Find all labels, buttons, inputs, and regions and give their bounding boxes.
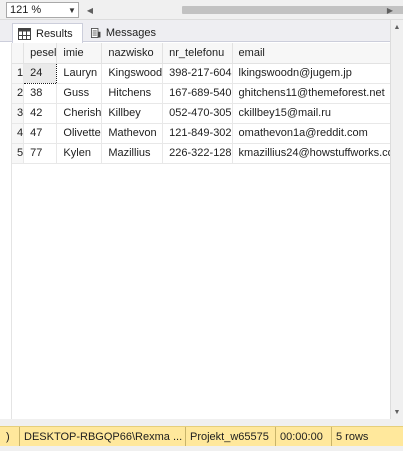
cell-nazwisko[interactable]: Mathevon (101, 123, 164, 144)
table-row[interactable]: 3 42 Cherish Killbey 052-470-305 ckillbe… (12, 103, 390, 124)
status-indicator: ) (0, 427, 20, 446)
cell-pesel[interactable]: 38 (23, 83, 58, 104)
cell-pesel[interactable]: 24 (23, 62, 58, 84)
cell-email[interactable]: kmazillius24@howstuffworks.com (232, 143, 390, 164)
table-row[interactable]: 2 38 Guss Hitchens 167-689-540 ghitchens… (12, 83, 390, 104)
row-number[interactable]: 1 (12, 63, 25, 84)
results-grid: pesel imie nazwisko nr_telefonu email 1 … (11, 43, 390, 419)
cell-nazwisko[interactable]: Mazillius (101, 143, 164, 164)
column-header-imie[interactable]: imie (56, 43, 103, 64)
column-header-email[interactable]: email (232, 43, 390, 64)
cell-imie[interactable]: Cherish (56, 103, 103, 124)
results-tabbar: Results Messages (0, 20, 403, 43)
table-row[interactable]: 1 24 Lauryn Kingswood 398-217-604 lkings… (12, 62, 390, 84)
tab-messages-label: Messages (105, 27, 156, 39)
cell-nazwisko[interactable]: Kingswood (101, 63, 164, 84)
status-database: Projekt_w65575 (186, 427, 276, 446)
row-number[interactable]: 4 (12, 123, 25, 144)
column-header-nazwisko[interactable]: nazwisko (101, 43, 164, 64)
tab-results[interactable]: Results (12, 23, 83, 43)
panel-gap (0, 419, 403, 426)
cell-email[interactable]: lkingswoodn@jugem.jp (232, 63, 390, 84)
cell-nr-telefonu[interactable]: 121-849-302 (162, 123, 233, 144)
scroll-right-icon[interactable]: ▶ (384, 3, 396, 17)
cell-imie[interactable]: Olivette (56, 123, 103, 144)
corner-cell[interactable] (12, 43, 25, 64)
cell-nr-telefonu[interactable]: 052-470-305 (162, 103, 233, 124)
table-row[interactable]: 5 77 Kylen Mazillius 226-322-128 kmazill… (12, 143, 390, 164)
cell-imie[interactable]: Guss (56, 83, 103, 104)
row-number[interactable]: 2 (12, 83, 25, 104)
scroll-left-icon[interactable]: ◀ (84, 3, 96, 17)
column-header-nr-telefonu[interactable]: nr_telefonu (162, 43, 233, 64)
cell-email[interactable]: ckillbey15@mail.ru (232, 103, 390, 124)
cell-email[interactable]: ghitchens11@themeforest.net (232, 83, 390, 104)
status-server: DESKTOP-RBGQP66\Rexma ... (20, 427, 186, 446)
grid-icon (18, 27, 31, 40)
scroll-down-icon[interactable]: ▼ (391, 405, 403, 419)
messages-icon (91, 28, 101, 38)
cell-nazwisko[interactable]: Hitchens (101, 83, 164, 104)
cell-pesel[interactable]: 47 (23, 123, 58, 144)
horizontal-scrollbar[interactable]: ◀ ▶ (84, 3, 403, 17)
status-bar: ) DESKTOP-RBGQP66\Rexma ... Projekt_w655… (0, 426, 403, 446)
status-row-count: 5 rows (336, 430, 369, 443)
window-bottom-edge (0, 446, 403, 451)
zoom-dropdown[interactable]: 121 % ▼ (6, 2, 79, 18)
cell-nazwisko[interactable]: Killbey (101, 103, 164, 124)
table-header-row: pesel imie nazwisko nr_telefonu email (12, 43, 390, 64)
cell-imie[interactable]: Lauryn (56, 63, 103, 84)
cell-nr-telefonu[interactable]: 398-217-604 (162, 63, 233, 84)
tab-results-label: Results (36, 27, 73, 40)
cell-imie[interactable]: Kylen (56, 143, 103, 164)
chevron-down-icon[interactable]: ▼ (66, 3, 78, 17)
table-row[interactable]: 4 47 Olivette Mathevon 121-849-302 omath… (12, 123, 390, 144)
cell-nr-telefonu[interactable]: 226-322-128 (162, 143, 233, 164)
column-header-pesel[interactable]: pesel (23, 43, 58, 64)
cell-pesel[interactable]: 77 (23, 143, 58, 164)
cell-email[interactable]: omathevon1a@reddit.com (232, 123, 390, 144)
row-number[interactable]: 3 (12, 103, 25, 124)
cell-nr-telefonu[interactable]: 167-689-540 (162, 83, 233, 104)
cell-pesel[interactable]: 42 (23, 103, 58, 124)
tab-messages[interactable]: Messages (86, 23, 162, 43)
vertical-scrollbar[interactable]: ▲ ▼ (390, 20, 403, 419)
results-table: pesel imie nazwisko nr_telefonu email 1 … (12, 43, 390, 164)
scroll-track[interactable] (98, 6, 403, 14)
scroll-up-icon[interactable]: ▲ (391, 20, 403, 34)
status-elapsed-time: 00:00:00 (276, 427, 332, 446)
row-number[interactable]: 5 (12, 143, 25, 164)
scroll-thumb[interactable] (182, 6, 403, 14)
toolbar: 121 % ▼ ◀ ▶ (0, 0, 403, 20)
zoom-value: 121 % (10, 4, 42, 16)
